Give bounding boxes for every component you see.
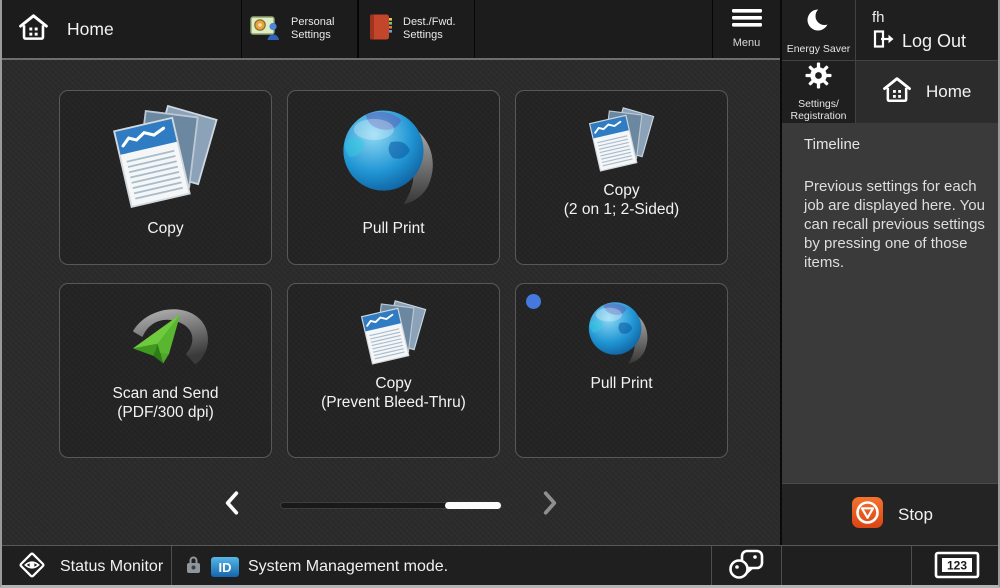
status-monitor-icon (16, 549, 48, 586)
stop-icon (851, 496, 884, 534)
device-screen: Home Personal Settings (0, 0, 1000, 588)
right-panel: Energy Saver fh Log Out (780, 0, 1000, 545)
current-screen-home[interactable]: Home (18, 0, 114, 58)
check-counter-icon (729, 549, 765, 586)
moon-icon (805, 6, 833, 39)
paper-plane-icon (114, 292, 218, 384)
page-scrollbar-thumb[interactable] (445, 502, 501, 509)
settings-registration-label: Settings/ Registration (790, 98, 846, 122)
address-book-icon (367, 13, 394, 46)
documents-icon (357, 294, 431, 374)
bottom-bar-spacer (782, 546, 912, 588)
energy-saver-button[interactable]: Energy Saver (782, 0, 856, 60)
hamburger-menu-icon (731, 9, 763, 32)
tile-pull-print[interactable]: Pull Print (287, 90, 500, 265)
top-bar: Home Personal Settings (2, 0, 780, 60)
status-monitor-button[interactable]: Status Monitor (2, 546, 172, 588)
right-panel-row-2: Settings/ Registration Home (782, 60, 1000, 123)
log-out-button[interactable]: fh Log Out (856, 0, 1000, 60)
home-button-label: Home (926, 82, 971, 102)
check-counter-button[interactable] (712, 546, 782, 588)
timeline-title: Timeline (804, 136, 988, 153)
tile-label: Pull Print (590, 374, 652, 393)
logged-in-user: fh (872, 9, 1000, 26)
menu-label: Menu (733, 37, 761, 49)
page-navigation (2, 490, 780, 521)
login-status-area[interactable]: ID System Management mode. (172, 546, 712, 588)
numeric-keypad-button[interactable]: 123 (912, 546, 1000, 588)
right-panel-row-1: Energy Saver fh Log Out (782, 0, 1000, 60)
tile-label: Copy (147, 219, 183, 238)
function-tile-grid: Copy (2, 60, 780, 458)
documents-icon (585, 101, 659, 181)
tile-label: Pull Print (362, 219, 424, 238)
stop-label: Stop (898, 505, 933, 525)
id-badge: ID (211, 557, 239, 577)
svg-text:123: 123 (947, 558, 967, 572)
log-out-icon (872, 29, 894, 54)
personal-settings-icon (250, 13, 282, 46)
home-icon (18, 13, 49, 46)
menu-button[interactable]: Menu (712, 0, 780, 58)
tile-label: Scan and Send(PDF/300 dpi) (112, 384, 218, 422)
timeline-description: Previous settings for each job are displ… (804, 177, 994, 272)
globe-icon (584, 294, 660, 374)
system-message: System Management mode. (248, 558, 448, 576)
gear-icon (805, 62, 832, 94)
globe-icon (336, 99, 452, 219)
lock-icon (185, 555, 202, 579)
tab-label: Personal Settings (291, 16, 334, 42)
settings-registration-button[interactable]: Settings/ Registration (782, 61, 856, 123)
tab-label: Dest./Fwd. Settings (403, 16, 456, 42)
chevron-left-icon[interactable] (220, 490, 244, 521)
tab-personal-settings[interactable]: Personal Settings (241, 0, 358, 58)
tile-copy-2on1-2sided[interactable]: Copy(2 on 1; 2-Sided) (515, 90, 728, 265)
page-title: Home (67, 19, 114, 40)
stop-button[interactable]: Stop (782, 483, 1000, 545)
documents-icon (107, 99, 225, 219)
status-monitor-label: Status Monitor (60, 558, 163, 576)
notification-dot (526, 294, 541, 309)
bottom-bar: Status Monitor ID System Management mode… (2, 545, 1000, 588)
home-icon (882, 76, 912, 108)
tile-label: Copy(Prevent Bleed-Thru) (321, 374, 466, 412)
timeline-panel: Timeline Previous settings for each job … (782, 123, 1000, 483)
tile-pull-print-2[interactable]: Pull Print (515, 283, 728, 458)
home-screen-content: Copy (2, 60, 780, 545)
tile-copy[interactable]: Copy (59, 90, 272, 265)
chevron-right-icon[interactable] (538, 490, 562, 521)
keypad-123-icon: 123 (934, 551, 980, 584)
home-screen-button[interactable]: Home (856, 61, 1000, 123)
tile-copy-prevent-bleed-thru[interactable]: Copy(Prevent Bleed-Thru) (287, 283, 500, 458)
energy-saver-label: Energy Saver (787, 43, 851, 55)
page-scrollbar[interactable] (280, 502, 502, 509)
log-out-label: Log Out (902, 31, 966, 52)
tab-dest-fwd-settings[interactable]: Dest./Fwd. Settings (358, 0, 475, 58)
tile-scan-and-send[interactable]: Scan and Send(PDF/300 dpi) (59, 283, 272, 458)
tile-label: Copy(2 on 1; 2-Sided) (564, 181, 679, 219)
